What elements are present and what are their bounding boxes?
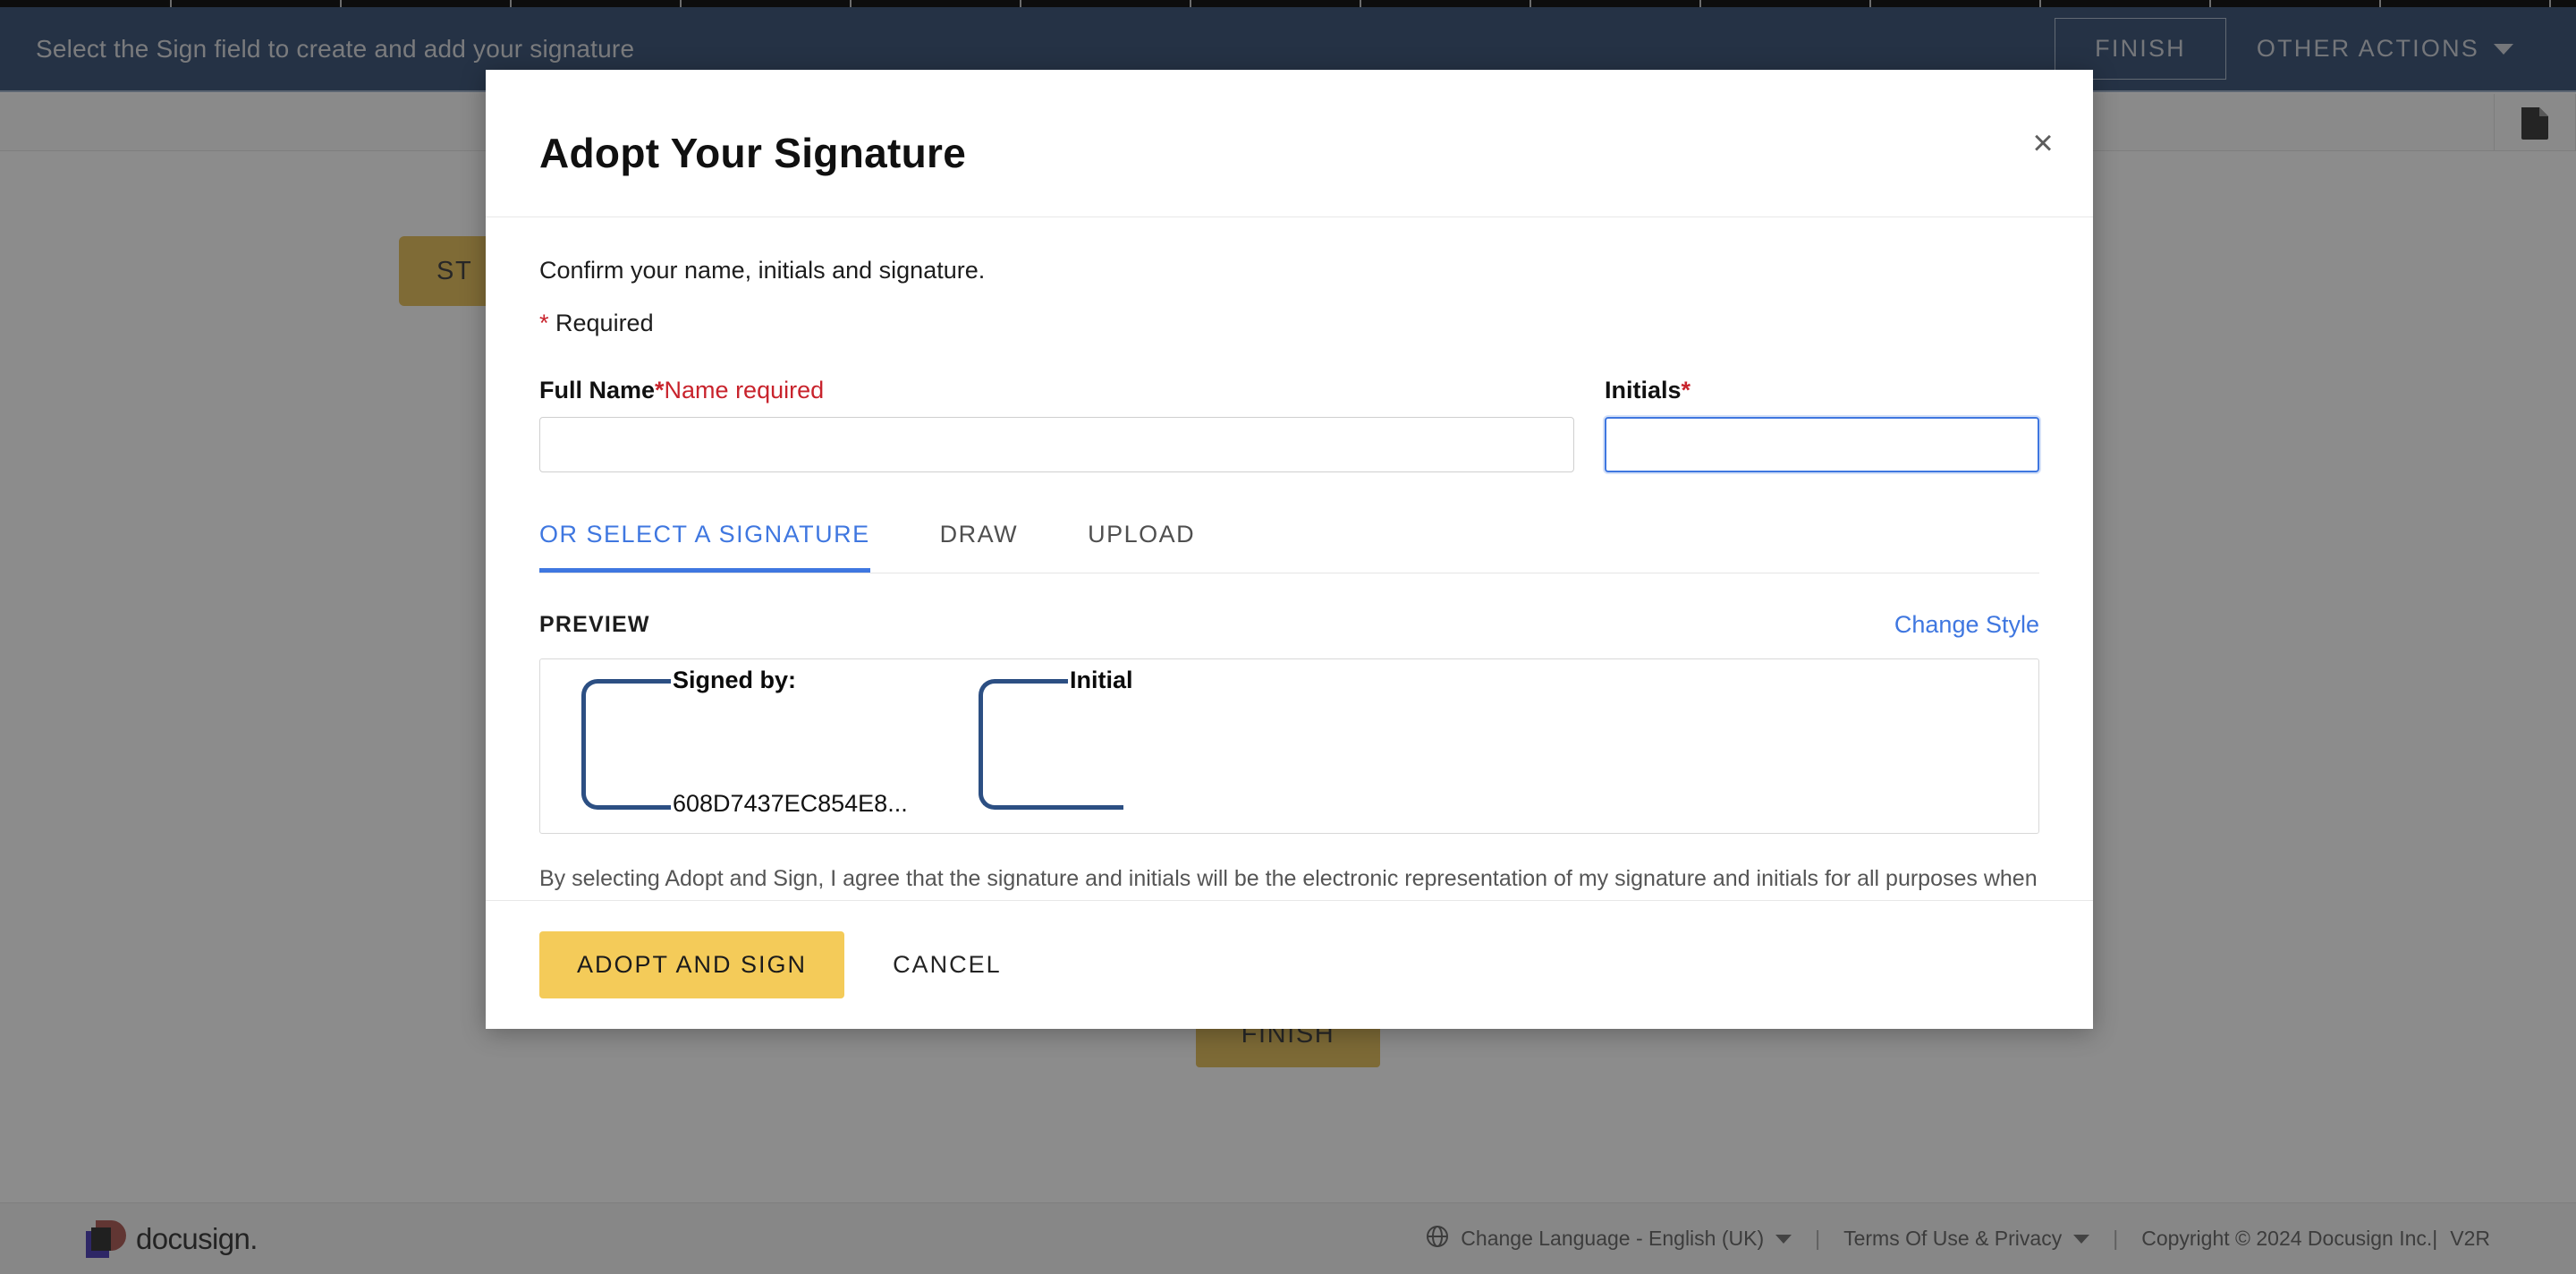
initials-input[interactable]: [1605, 417, 2039, 472]
initials-label: Initials*: [1605, 377, 2039, 404]
signature-preview-slot: Signed by: 608D7437EC854E8...: [578, 659, 936, 833]
change-style-link[interactable]: Change Style: [1894, 611, 2039, 639]
tab-draw[interactable]: DRAW: [940, 521, 1019, 573]
signature-bracket-arm-top: [633, 679, 671, 684]
signed-by-label: Signed by:: [673, 667, 797, 693]
full-name-label: Full Name*Name required: [539, 377, 1574, 404]
consent-disclaimer: By selecting Adopt and Sign, I agree tha…: [539, 866, 2038, 900]
adopt-and-sign-button[interactable]: ADOPT AND SIGN: [539, 931, 845, 998]
dialog-header: Adopt Your Signature: [486, 70, 2093, 217]
close-icon[interactable]: ×: [2020, 120, 2066, 166]
initials-group: Initials*: [1605, 377, 2039, 472]
cancel-button[interactable]: CANCEL: [860, 931, 1034, 998]
required-asterisk: *: [539, 310, 549, 336]
dialog-footer: ADOPT AND SIGN CANCEL: [486, 900, 2093, 1029]
adopt-signature-dialog: × Adopt Your Signature Confirm your name…: [486, 70, 2093, 1029]
full-name-label-text: Full Name: [539, 377, 656, 403]
preview-label: PREVIEW: [539, 612, 650, 637]
signature-bracket-arm-bottom: [633, 805, 671, 810]
preview-header: PREVIEW Change Style: [539, 611, 2039, 639]
initial-bracket-arm-top: [1030, 679, 1068, 684]
signature-hash-text: 608D7437EC854E8...: [673, 790, 908, 817]
initials-label-text: Initials: [1605, 377, 1682, 403]
tab-select-a-signature[interactable]: OR SELECT A SIGNATURE: [539, 521, 870, 573]
confirm-instructions: Confirm your name, initials and signatur…: [539, 257, 986, 284]
tab-upload[interactable]: UPLOAD: [1088, 521, 1195, 573]
viewport-ruler-strip: [0, 0, 2576, 7]
initial-bracket-decoration: [979, 679, 1034, 810]
required-legend-text: Required: [548, 310, 654, 336]
initial-preview-slot: Initial: [975, 659, 1172, 833]
full-name-asterisk: *: [655, 377, 665, 403]
required-legend: * Required: [539, 310, 2039, 337]
full-name-input[interactable]: [539, 417, 1574, 472]
dialog-title: Adopt Your Signature: [539, 130, 967, 176]
signature-bracket-decoration: [581, 679, 637, 810]
name-initials-fields: Full Name*Name required Initials*: [539, 377, 2039, 472]
signature-source-tabs: OR SELECT A SIGNATURE DRAW UPLOAD: [539, 521, 2039, 573]
initials-asterisk: *: [1681, 377, 1691, 403]
full-name-group: Full Name*Name required: [539, 377, 1574, 472]
dialog-body: Confirm your name, initials and signatur…: [486, 217, 2093, 900]
initial-label: Initial: [1070, 667, 1133, 693]
signature-preview-box[interactable]: Signed by: 608D7437EC854E8... Initial: [539, 658, 2039, 834]
initial-bracket-arm-bottom: [1030, 805, 1123, 810]
full-name-error: Name required: [664, 377, 825, 403]
